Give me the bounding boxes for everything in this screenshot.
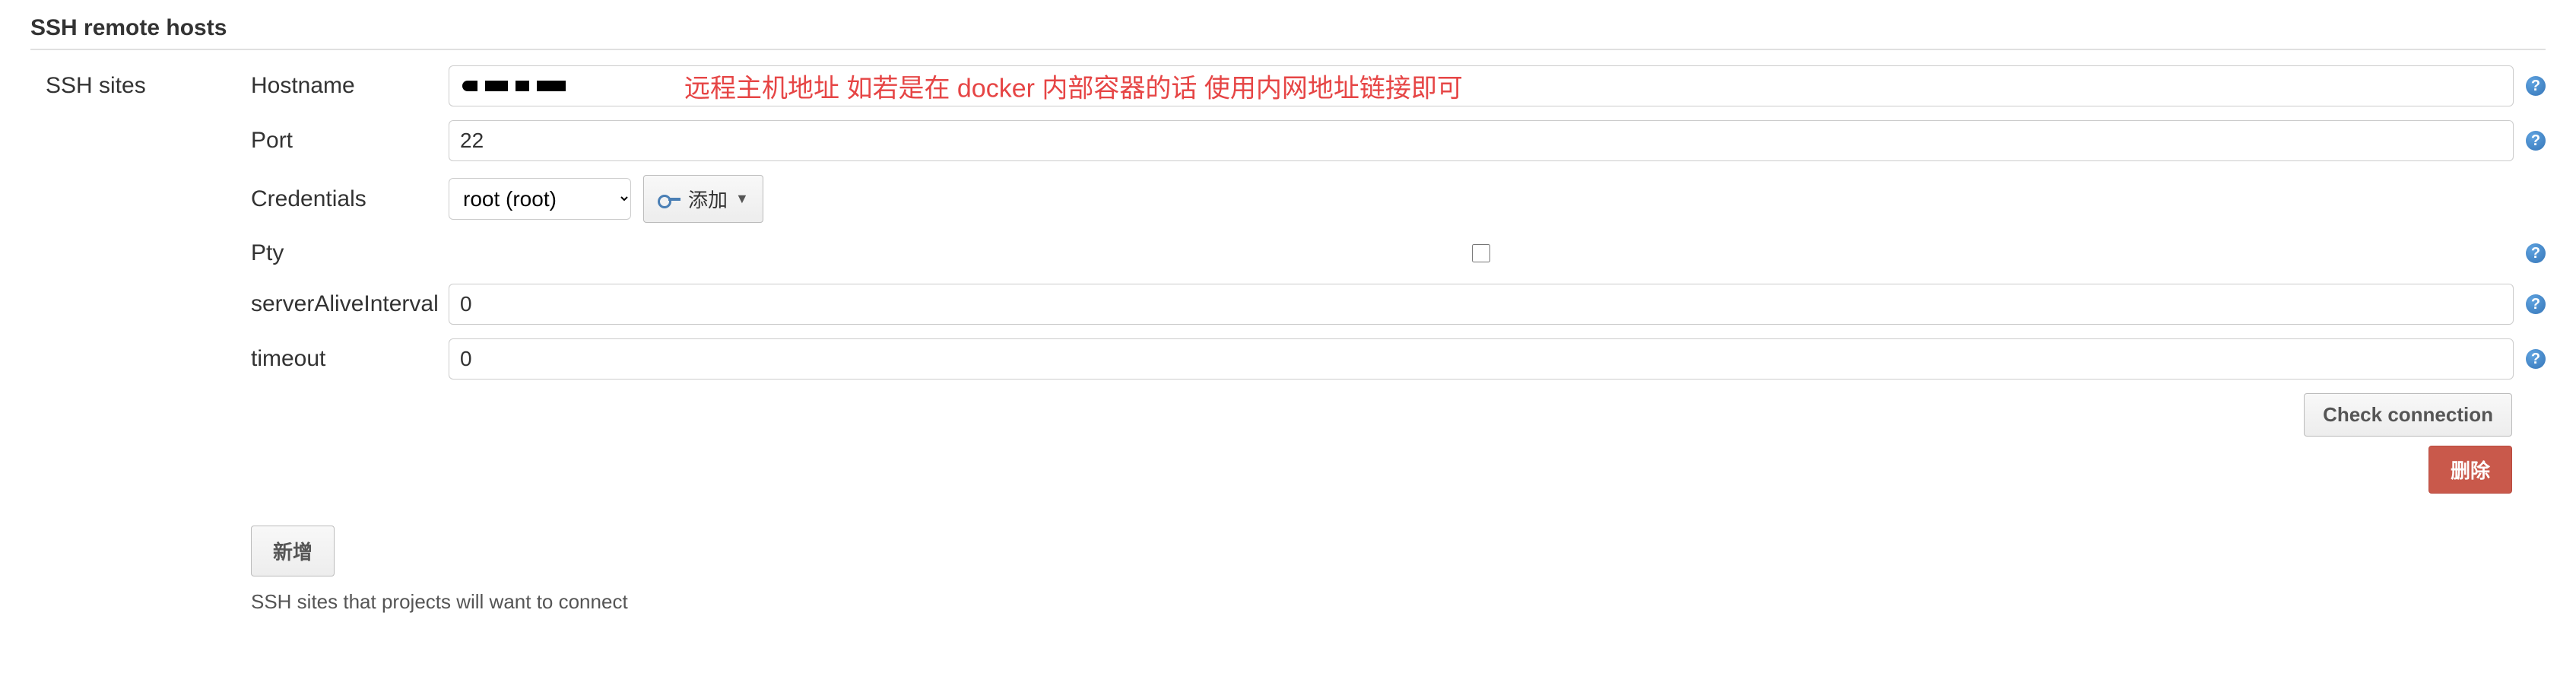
hostname-field-wrapper: 远程主机地址 如若是在 docker 内部容器的话 使用内网地址链接即可 — [449, 65, 2514, 106]
port-row: Port ? — [251, 120, 2546, 161]
credentials-select[interactable]: root (root) — [449, 178, 631, 220]
hostname-input[interactable] — [449, 65, 2514, 106]
serveraliveinterval-input[interactable] — [449, 284, 2514, 325]
content-wrapper: SSH sites Hostname 远程主机地址 如若是在 docker 内部… — [30, 65, 2546, 503]
credentials-field-wrapper: root (root) 添加 ▼ — [449, 175, 763, 223]
chevron-down-icon: ▼ — [735, 191, 749, 207]
add-credentials-label: 添加 — [688, 185, 728, 213]
pty-field-wrapper — [449, 244, 2514, 262]
help-icon[interactable]: ? — [2526, 131, 2546, 151]
check-connection-button[interactable]: Check connection — [2304, 393, 2512, 437]
serveraliveinterval-label: serverAliveInterval — [251, 287, 449, 321]
add-new-button[interactable]: 新增 — [251, 526, 335, 576]
help-icon[interactable]: ? — [2526, 349, 2546, 369]
key-icon — [658, 193, 680, 205]
section-title: SSH remote hosts — [30, 8, 2546, 50]
timeout-input[interactable] — [449, 338, 2514, 380]
port-label: Port — [251, 124, 449, 157]
ssh-sites-label: SSH sites — [30, 65, 251, 503]
serveraliveinterval-field-wrapper — [449, 284, 2514, 325]
credentials-row: Credentials root (root) 添加 ▼ — [251, 175, 2546, 223]
bottom-section: 新增 SSH sites that projects will want to … — [251, 526, 2546, 614]
port-field-wrapper — [449, 120, 2514, 161]
check-connection-row: Check connection — [251, 393, 2546, 437]
timeout-label: timeout — [251, 342, 449, 376]
help-icon[interactable]: ? — [2526, 243, 2546, 263]
delete-row: 删除 — [251, 446, 2546, 494]
hostname-label: Hostname — [251, 69, 449, 103]
add-credentials-button[interactable]: 添加 ▼ — [643, 175, 763, 223]
timeout-field-wrapper — [449, 338, 2514, 380]
credentials-label: Credentials — [251, 183, 449, 216]
delete-button[interactable]: 删除 — [2428, 446, 2512, 494]
pty-label: Pty — [251, 237, 449, 270]
hostname-row: Hostname 远程主机地址 如若是在 docker 内部容器的话 使用内网地… — [251, 65, 2546, 106]
pty-row: Pty ? — [251, 237, 2546, 270]
serveraliveinterval-row: serverAliveInterval ? — [251, 284, 2546, 325]
pty-checkbox[interactable] — [1472, 244, 1490, 262]
description-text: SSH sites that projects will want to con… — [251, 590, 2546, 614]
help-icon[interactable]: ? — [2526, 76, 2546, 96]
help-icon[interactable]: ? — [2526, 294, 2546, 314]
timeout-row: timeout ? — [251, 338, 2546, 380]
form-container: Hostname 远程主机地址 如若是在 docker 内部容器的话 使用内网地… — [251, 65, 2546, 503]
port-input[interactable] — [449, 120, 2514, 161]
